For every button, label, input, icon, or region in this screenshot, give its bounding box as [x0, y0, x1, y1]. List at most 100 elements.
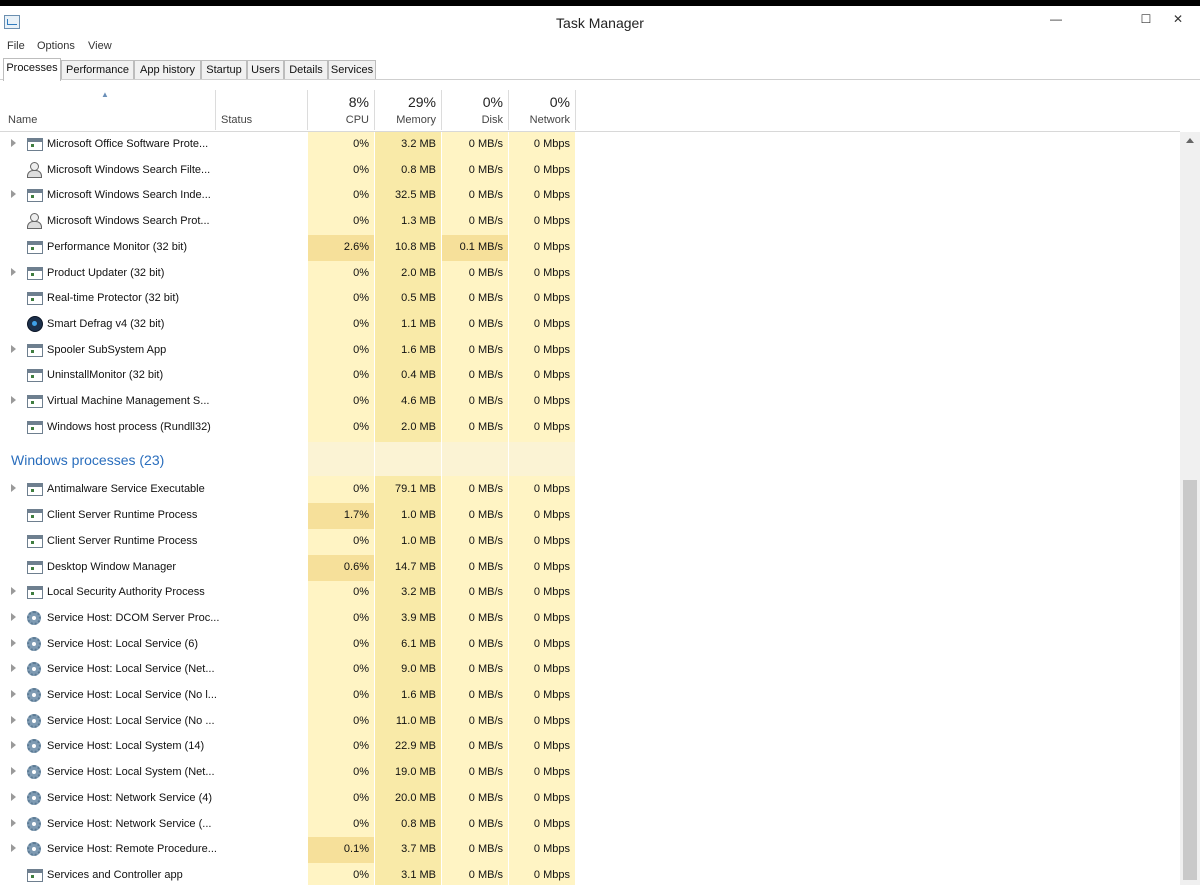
memory-value: 20.0 MB [395, 791, 436, 804]
expand-chevron-icon[interactable] [11, 344, 16, 353]
column-name[interactable]: Name [8, 114, 37, 126]
column-status[interactable]: Status [221, 114, 252, 126]
expand-chevron-icon[interactable] [11, 139, 16, 147]
network-total[interactable]: 0% [511, 94, 570, 110]
tab-services[interactable]: Services [328, 60, 376, 80]
column-network[interactable]: Network [511, 114, 570, 126]
title-bar: Task Manager — ☐ ✕ [0, 6, 1200, 38]
scroll-thumb[interactable] [1183, 480, 1197, 880]
maximize-button[interactable]: ☐ [1132, 10, 1160, 28]
process-row[interactable]: Service Host: Remote Procedure... 0.1% 3.7… [0, 837, 1180, 864]
expand-chevron-icon[interactable] [11, 767, 16, 776]
vertical-scrollbar[interactable] [1180, 132, 1200, 885]
process-name: Performance Monitor (32 bit) [47, 240, 187, 253]
expand-chevron-icon[interactable] [11, 190, 16, 199]
group-header-windows-processes[interactable]: Windows processes (23) [0, 442, 1180, 477]
gear-icon [27, 662, 41, 677]
expand-chevron-icon[interactable] [11, 587, 16, 596]
process-row[interactable]: Service Host: Local System (Net... 0% 19.0… [0, 760, 1180, 786]
column-memory[interactable]: Memory [377, 114, 436, 126]
process-row[interactable]: Spooler SubSystem App 0% 1.6 MB 0 MB/s 0 Mbp… [0, 338, 1180, 364]
tab-startup[interactable]: Startup [201, 60, 247, 80]
process-row[interactable]: Microsoft Windows Search Filte... 0% 0.8 M… [0, 158, 1180, 184]
disk-total[interactable]: 0% [444, 94, 503, 110]
process-row[interactable]: Client Server Runtime Process 1.7% 1.0 MB 0… [0, 503, 1180, 530]
process-row[interactable]: Microsoft Office Software Prote... 0% 3.2 … [0, 132, 1180, 158]
process-row[interactable]: Microsoft Windows Search Inde... 0% 32.5 M… [0, 183, 1180, 209]
group-heat-cell [308, 442, 374, 477]
column-separator [374, 90, 375, 130]
cpu-value: 0% [353, 637, 369, 650]
close-button[interactable]: ✕ [1164, 10, 1192, 28]
network-value: 0 Mbps [533, 843, 570, 856]
process-row[interactable]: Service Host: Local Service (6) 0% 6.1 MB 0… [0, 632, 1180, 658]
process-row[interactable]: Performance Monitor (32 bit) 2.6% 10.8 MB 0… [0, 234, 1180, 261]
process-name: Windows host process (Rundll32) [47, 420, 211, 433]
process-name: Client Server Runtime Process [47, 534, 198, 547]
process-row[interactable]: Service Host: Network Service (... 0% 0.8 … [0, 812, 1180, 838]
process-row[interactable]: Virtual Machine Management S... 0% 4.6 MB 0… [0, 389, 1180, 415]
memory-value: 0.5 MB [401, 292, 436, 305]
process-row[interactable]: Client Server Runtime Process 0% 1.0 MB 0 M… [0, 529, 1180, 555]
expand-chevron-icon[interactable] [11, 690, 16, 698]
cpu-value: 0% [353, 215, 369, 228]
process-row[interactable]: Desktop Window Manager 0.6% 14.7 MB 0 MB/s 0… [0, 554, 1180, 581]
expand-chevron-icon[interactable] [11, 792, 16, 801]
memory-value: 4.6 MB [401, 395, 436, 407]
tab-processes[interactable]: Processes [3, 58, 61, 81]
cpu-value: 0% [353, 714, 369, 727]
process-row[interactable]: Service Host: Network Service (4) 0% 20.0 … [0, 786, 1180, 812]
window-title: Task Manager [556, 15, 644, 31]
process-row[interactable]: Real-time Protector (32 bit) 0% 0.5 MB 0 MB… [0, 286, 1180, 312]
expand-chevron-icon[interactable] [11, 267, 16, 276]
expand-chevron-icon[interactable] [11, 664, 16, 673]
menu-file[interactable]: File [7, 40, 25, 52]
expand-chevron-icon[interactable] [11, 741, 16, 750]
expand-chevron-icon[interactable] [11, 638, 16, 647]
process-row[interactable]: Smart Defrag v4 (32 bit) 0% 1.1 MB 0 MB/s 0 … [0, 312, 1180, 338]
memory-value: 3.7 MB [401, 843, 436, 856]
process-row[interactable]: Service Host: DCOM Server Proc... 0% 3.9 M… [0, 606, 1180, 632]
network-value: 0 Mbps [533, 586, 570, 599]
process-row[interactable]: Windows host process (Rundll32) 0% 2.0 MB 0… [0, 415, 1180, 441]
disk-value: 0.1 MB/s [459, 240, 503, 253]
tab-users[interactable]: Users [247, 60, 284, 80]
cpu-value: 0% [353, 791, 369, 804]
memory-value: 0.8 MB [401, 163, 436, 176]
process-row[interactable]: Microsoft Windows Search Prot... 0% 1.3 MB… [0, 209, 1180, 235]
tab-performance[interactable]: Performance [61, 60, 134, 80]
column-cpu[interactable]: CPU [310, 114, 369, 126]
network-value: 0 Mbps [533, 317, 570, 330]
process-row[interactable]: Service Host: Local System (14) 0% 22.9 MB… [0, 734, 1180, 760]
expand-chevron-icon[interactable] [11, 844, 16, 853]
minimize-button[interactable]: — [1042, 10, 1070, 28]
tab-details[interactable]: Details [284, 60, 328, 80]
window-icon [27, 343, 43, 357]
process-row[interactable]: Product Updater (32 bit) 0% 2.0 MB 0 MB/s 0 … [0, 261, 1180, 287]
menu-options[interactable]: Options [37, 40, 75, 52]
process-name: Antimalware Service Executable [47, 483, 205, 496]
expand-chevron-icon[interactable] [11, 612, 16, 621]
network-value: 0 Mbps [533, 420, 570, 433]
menu-view[interactable]: View [88, 40, 112, 52]
expand-chevron-icon[interactable] [11, 396, 16, 404]
process-row[interactable]: Antimalware Service Executable 0% 79.1 MB 0… [0, 477, 1180, 503]
process-row[interactable]: Service Host: Local Service (Net... 0% 9.0… [0, 657, 1180, 683]
memory-total[interactable]: 29% [377, 94, 436, 110]
expand-chevron-icon[interactable] [11, 818, 16, 827]
network-value: 0 Mbps [533, 714, 570, 727]
expand-chevron-icon[interactable] [11, 715, 16, 724]
process-row[interactable]: Service Host: Local Service (No ... 0% 11.… [0, 709, 1180, 735]
network-value: 0 Mbps [533, 868, 570, 881]
window-icon [27, 395, 43, 408]
scroll-up-arrow-icon[interactable] [1186, 138, 1194, 143]
column-disk[interactable]: Disk [444, 114, 503, 126]
tab-app-history[interactable]: App history [134, 60, 201, 80]
process-row[interactable]: Local Security Authority Process 0% 3.2 MB… [0, 580, 1180, 606]
cpu-total[interactable]: 8% [310, 94, 369, 110]
process-row[interactable]: Service Host: Local Service (No l... 0% 1.… [0, 683, 1180, 709]
network-value: 0 Mbps [533, 534, 570, 547]
disk-value: 0 MB/s [468, 483, 503, 496]
process-row[interactable]: UninstallMonitor (32 bit) 0% 0.4 MB 0 MB/s 0… [0, 363, 1180, 389]
expand-chevron-icon[interactable] [11, 484, 16, 493]
